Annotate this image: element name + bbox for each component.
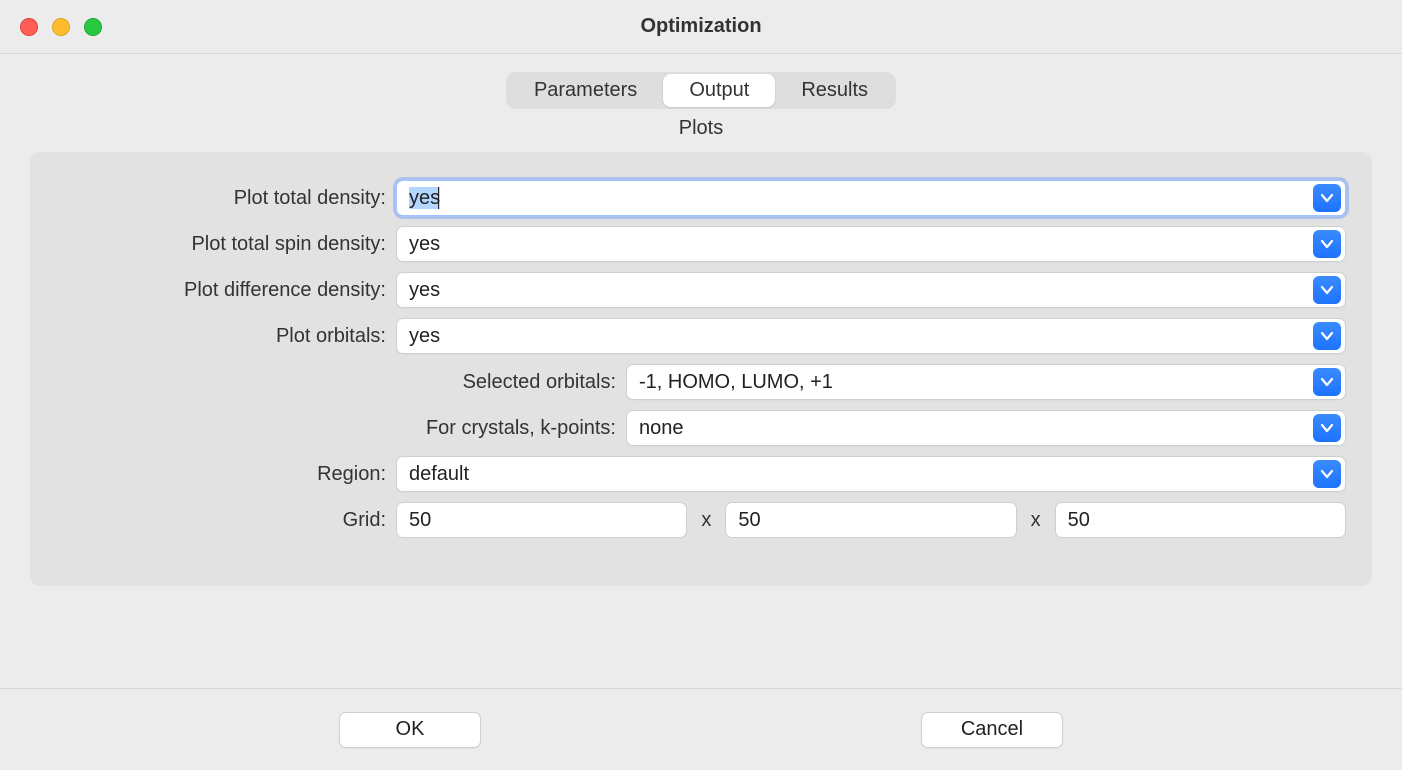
chevron-down-icon[interactable] <box>1313 414 1341 442</box>
titlebar: Optimization <box>0 0 1402 54</box>
combo-plot-orbitals[interactable]: yes <box>396 318 1346 354</box>
row-crystals-kpoints: For crystals, k-points: none <box>56 410 1346 446</box>
combo-plot-total-density[interactable]: yes <box>396 180 1346 216</box>
row-selected-orbitals: Selected orbitals: -1, HOMO, LUMO, +1 <box>56 364 1346 400</box>
row-plot-total-density: Plot total density: yes <box>56 180 1346 216</box>
chevron-down-icon[interactable] <box>1313 460 1341 488</box>
plots-panel: Plot total density: yes Plot total spin … <box>30 152 1372 586</box>
grid-inputs: 50 x 50 x 50 <box>396 502 1346 538</box>
row-region: Region: default <box>56 456 1346 492</box>
label-plot-total-spin-density: Plot total spin density: <box>56 233 396 256</box>
maximize-window-button[interactable] <box>84 18 102 36</box>
label-grid: Grid: <box>56 509 396 532</box>
grid-x-value: 50 <box>409 509 431 532</box>
combo-value: yes <box>397 187 1313 210</box>
combo-value: yes <box>397 279 1313 302</box>
optimization-dialog: Optimization Parameters Output Results P… <box>0 0 1402 770</box>
close-window-button[interactable] <box>20 18 38 36</box>
grid-z-input[interactable]: 50 <box>1055 502 1346 538</box>
tab-bar: Parameters Output Results <box>506 72 896 109</box>
row-plot-total-spin-density: Plot total spin density: yes <box>56 226 1346 262</box>
ok-button[interactable]: OK <box>339 712 481 748</box>
label-crystals-kpoints: For crystals, k-points: <box>56 417 626 440</box>
combo-value: yes <box>397 325 1313 348</box>
combo-value: -1, HOMO, LUMO, +1 <box>627 371 1313 394</box>
combo-value: default <box>397 463 1313 486</box>
grid-separator: x <box>1031 509 1041 532</box>
combo-value: yes <box>397 233 1313 256</box>
label-plot-total-density: Plot total density: <box>56 187 396 210</box>
row-plot-difference-density: Plot difference density: yes <box>56 272 1346 308</box>
chevron-down-icon[interactable] <box>1313 322 1341 350</box>
window-controls <box>0 18 102 36</box>
grid-x-input[interactable]: 50 <box>396 502 687 538</box>
chevron-down-icon[interactable] <box>1313 184 1341 212</box>
minimize-window-button[interactable] <box>52 18 70 36</box>
cancel-button[interactable]: Cancel <box>921 712 1063 748</box>
tab-output[interactable]: Output <box>663 74 775 107</box>
window-title: Optimization <box>0 15 1402 38</box>
row-plot-orbitals: Plot orbitals: yes <box>56 318 1346 354</box>
chevron-down-icon[interactable] <box>1313 368 1341 396</box>
label-selected-orbitals: Selected orbitals: <box>56 371 626 394</box>
label-plot-orbitals: Plot orbitals: <box>56 325 396 348</box>
tab-results[interactable]: Results <box>775 74 894 107</box>
dialog-footer: OK Cancel <box>0 688 1402 770</box>
tab-parameters[interactable]: Parameters <box>508 74 663 107</box>
label-plot-difference-density: Plot difference density: <box>56 279 396 302</box>
grid-y-value: 50 <box>738 509 760 532</box>
row-grid: Grid: 50 x 50 x 50 <box>56 502 1346 538</box>
label-region: Region: <box>56 463 396 486</box>
combo-region[interactable]: default <box>396 456 1346 492</box>
combo-selected-orbitals[interactable]: -1, HOMO, LUMO, +1 <box>626 364 1346 400</box>
grid-y-input[interactable]: 50 <box>725 502 1016 538</box>
combo-crystals-kpoints[interactable]: none <box>626 410 1346 446</box>
combo-plot-difference-density[interactable]: yes <box>396 272 1346 308</box>
chevron-down-icon[interactable] <box>1313 276 1341 304</box>
chevron-down-icon[interactable] <box>1313 230 1341 258</box>
combo-plot-total-spin-density[interactable]: yes <box>396 226 1346 262</box>
grid-z-value: 50 <box>1068 509 1090 532</box>
content-area: Parameters Output Results Plots Plot tot… <box>0 54 1402 688</box>
combo-value: none <box>627 417 1313 440</box>
section-title: Plots <box>679 117 723 140</box>
grid-separator: x <box>701 509 711 532</box>
